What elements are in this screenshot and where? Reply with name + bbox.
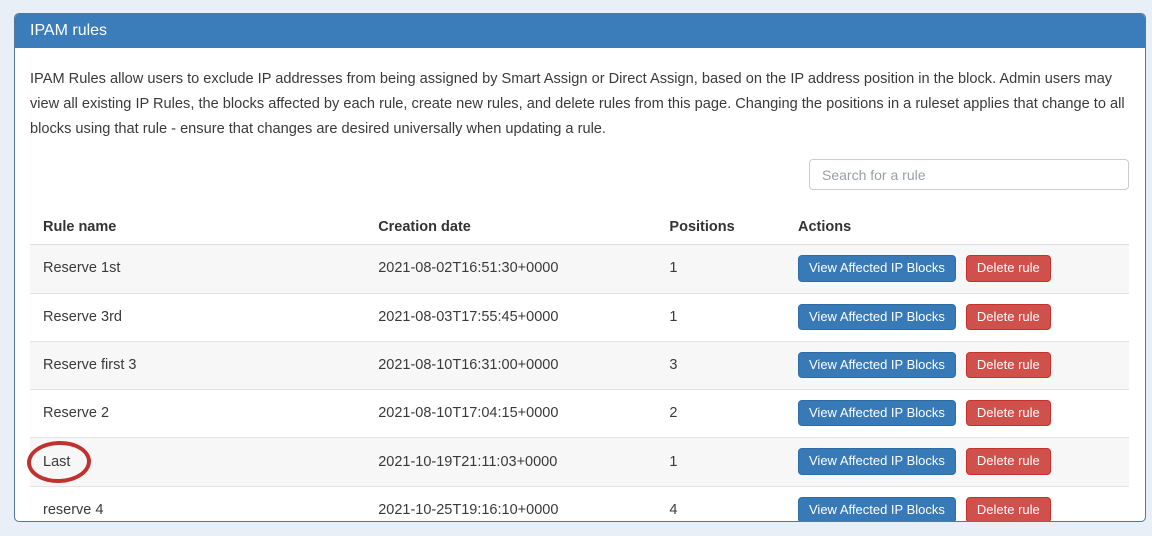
column-header-positions: Positions xyxy=(656,211,785,245)
actions-cell: View Affected IP Blocks Delete rule xyxy=(785,293,1129,341)
table-row: Last 2021-10-19T21:11:03+0000 1 View Aff… xyxy=(30,438,1129,486)
table-header-row: Rule name Creation date Positions Action… xyxy=(30,211,1129,245)
view-affected-ip-blocks-button[interactable]: View Affected IP Blocks xyxy=(798,448,956,474)
panel-body: IPAM Rules allow users to exclude IP add… xyxy=(15,48,1145,522)
positions-cell: 1 xyxy=(656,245,785,293)
panel-heading: IPAM rules xyxy=(15,14,1145,48)
delete-rule-button[interactable]: Delete rule xyxy=(966,304,1051,330)
delete-rule-button[interactable]: Delete rule xyxy=(966,352,1051,378)
page-title: IPAM rules xyxy=(30,22,107,40)
delete-rule-button[interactable]: Delete rule xyxy=(966,448,1051,474)
view-affected-ip-blocks-button[interactable]: View Affected IP Blocks xyxy=(798,304,956,330)
actions-cell: View Affected IP Blocks Delete rule xyxy=(785,438,1129,486)
delete-rule-button[interactable]: Delete rule xyxy=(966,497,1051,522)
ipam-rules-panel: IPAM rules IPAM Rules allow users to exc… xyxy=(14,13,1146,522)
delete-rule-button[interactable]: Delete rule xyxy=(966,400,1051,426)
table-row: Reserve 3rd 2021-08-03T17:55:45+0000 1 V… xyxy=(30,293,1129,341)
creation-date-cell: 2021-08-10T16:31:00+0000 xyxy=(365,341,656,389)
actions-cell: View Affected IP Blocks Delete rule xyxy=(785,341,1129,389)
rule-name-cell: Reserve first 3 xyxy=(30,341,365,389)
annotation-ellipse xyxy=(26,440,91,484)
table-row: Reserve 1st 2021-08-02T16:51:30+0000 1 V… xyxy=(30,245,1129,293)
actions-cell: View Affected IP Blocks Delete rule xyxy=(785,245,1129,293)
view-affected-ip-blocks-button[interactable]: View Affected IP Blocks xyxy=(798,400,956,426)
actions-cell: View Affected IP Blocks Delete rule xyxy=(785,486,1129,522)
column-header-creation-date: Creation date xyxy=(365,211,656,245)
column-header-rule-name: Rule name xyxy=(30,211,365,245)
rule-name-cell: Last xyxy=(30,438,365,486)
positions-cell: 2 xyxy=(656,390,785,438)
rule-name-cell: Reserve 2 xyxy=(30,390,365,438)
search-input[interactable] xyxy=(809,159,1129,190)
rule-name-cell: reserve 4 xyxy=(30,486,365,522)
view-affected-ip-blocks-button[interactable]: View Affected IP Blocks xyxy=(798,352,956,378)
creation-date-cell: 2021-08-02T16:51:30+0000 xyxy=(365,245,656,293)
creation-date-cell: 2021-08-03T17:55:45+0000 xyxy=(365,293,656,341)
table-row: Reserve first 3 2021-08-10T16:31:00+0000… xyxy=(30,341,1129,389)
delete-rule-button[interactable]: Delete rule xyxy=(966,255,1051,281)
rule-name-cell: Reserve 1st xyxy=(30,245,365,293)
table-row: Reserve 2 2021-08-10T17:04:15+0000 2 Vie… xyxy=(30,390,1129,438)
positions-cell: 1 xyxy=(656,438,785,486)
creation-date-cell: 2021-10-25T19:16:10+0000 xyxy=(365,486,656,522)
view-affected-ip-blocks-button[interactable]: View Affected IP Blocks xyxy=(798,497,956,522)
column-header-actions: Actions xyxy=(785,211,1129,245)
positions-cell: 4 xyxy=(656,486,785,522)
rules-table: Rule name Creation date Positions Action… xyxy=(30,211,1129,522)
positions-cell: 1 xyxy=(656,293,785,341)
search-row xyxy=(30,159,1129,190)
creation-date-cell: 2021-08-10T17:04:15+0000 xyxy=(365,390,656,438)
table-row: reserve 4 2021-10-25T19:16:10+0000 4 Vie… xyxy=(30,486,1129,522)
actions-cell: View Affected IP Blocks Delete rule xyxy=(785,390,1129,438)
creation-date-cell: 2021-10-19T21:11:03+0000 xyxy=(365,438,656,486)
ipam-rules-description: IPAM Rules allow users to exclude IP add… xyxy=(30,67,1129,142)
rule-name-cell: Reserve 3rd xyxy=(30,293,365,341)
view-affected-ip-blocks-button[interactable]: View Affected IP Blocks xyxy=(798,255,956,281)
positions-cell: 3 xyxy=(656,341,785,389)
